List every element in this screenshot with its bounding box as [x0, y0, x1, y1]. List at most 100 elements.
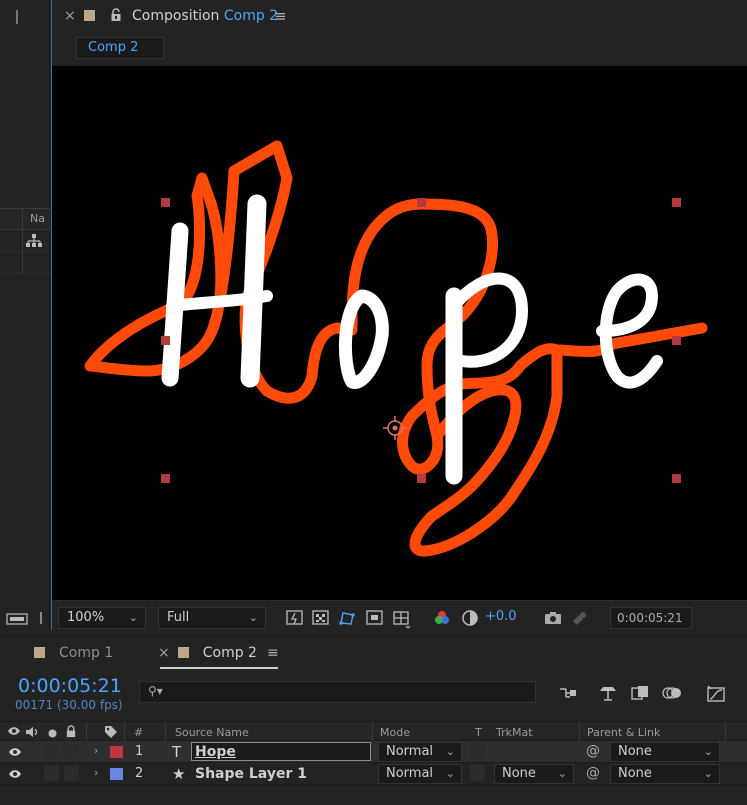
lock-toggle[interactable] — [64, 766, 79, 781]
lock-column-icon[interactable] — [65, 725, 77, 741]
layer-column-headers: # Source Name Mode T TrkMat Parent & Lin… — [0, 721, 747, 742]
panel-menu-icon[interactable]: ≡ — [267, 645, 279, 661]
column-t[interactable]: T — [475, 726, 482, 739]
column-number[interactable]: # — [134, 726, 143, 739]
text-layer-hope[interactable] — [161, 194, 663, 485]
solo-toggle[interactable] — [44, 766, 59, 781]
label-color-swatch[interactable] — [110, 746, 123, 758]
shape-layer-icon: ★ — [172, 765, 186, 783]
project-row[interactable] — [0, 252, 50, 274]
current-timecode[interactable]: 0:00:05:21 — [18, 675, 122, 697]
solo-toggle[interactable] — [44, 744, 59, 759]
chevron-down-icon: ⌄ — [703, 767, 713, 780]
transparency-grid-icon[interactable] — [312, 609, 330, 627]
tab-label: Comp 1 — [59, 645, 114, 661]
layer-number: 2 — [135, 766, 144, 781]
blend-mode-dropdown[interactable]: Normal ⌄ — [378, 764, 462, 784]
timeline-tabs: Comp 1 × Comp 2 ≡ — [0, 637, 747, 669]
expand-chevron-icon[interactable]: › — [94, 744, 98, 757]
parent-dropdown[interactable]: None ⌄ — [610, 764, 720, 784]
reset-exposure-icon[interactable] — [461, 609, 479, 627]
chevron-down-icon: ⌄ — [445, 767, 455, 780]
resolution-value: Full — [167, 610, 190, 625]
composition-flowchart-icon[interactable] — [558, 685, 578, 705]
composition-panel-header: × Composition Comp 2 ≡ — [52, 0, 747, 34]
draft-3d-icon[interactable] — [598, 685, 618, 705]
label-color-swatch[interactable] — [110, 768, 123, 780]
mask-path-visibility-icon[interactable] — [338, 609, 356, 627]
layer-name[interactable]: Shape Layer 1 — [195, 766, 307, 782]
parent-dropdown[interactable]: None ⌄ — [610, 742, 720, 762]
layer-row[interactable]: › 1 T Hope Normal ⌄ @ None ⌄ — [0, 741, 747, 763]
eye-column-icon[interactable] — [7, 726, 21, 739]
panel-menu-icon[interactable]: ≡ — [274, 7, 287, 25]
frame-blending-icon[interactable] — [630, 685, 650, 705]
active-tab-indicator — [160, 667, 278, 669]
trkmat-value: None — [502, 766, 536, 781]
preserve-transparency-toggle[interactable] — [470, 743, 485, 759]
search-icon: ⚲▾ — [148, 684, 163, 698]
frame-count: 00171 (30.00 fps) — [15, 698, 123, 712]
chevron-down-icon: ⌄ — [703, 745, 713, 758]
layer-name[interactable]: Hope — [195, 744, 236, 760]
eye-icon[interactable] — [8, 768, 22, 783]
layer-number: 1 — [135, 744, 144, 759]
close-icon[interactable]: × — [64, 8, 76, 24]
tab-comp-2[interactable]: × Comp 2 ≡ — [158, 645, 279, 661]
close-icon[interactable]: × — [158, 645, 170, 661]
layer-row[interactable]: › 2 ★ Shape Layer 1 Normal ⌄ None ⌄ @ None… — [0, 763, 747, 785]
snapshot-camera-icon[interactable] — [544, 609, 562, 627]
trkmat-dropdown[interactable]: None ⌄ — [494, 764, 574, 784]
layer-search-input[interactable]: ⚲▾ — [139, 681, 536, 703]
chevron-down-icon: ⌄ — [128, 611, 138, 624]
project-column-header: Na — [0, 208, 50, 231]
project-panel-edge: Na — [0, 0, 50, 630]
chevron-down-icon: ⌄ — [557, 767, 567, 780]
preserve-transparency-toggle[interactable] — [470, 765, 485, 781]
exposure-value[interactable]: +0.0 — [485, 609, 517, 624]
channel-rgb-icon[interactable] — [433, 609, 451, 627]
fast-previews-icon[interactable] — [286, 609, 304, 627]
solo-column-icon[interactable] — [48, 728, 57, 741]
interpret-footage-icon[interactable] — [6, 612, 28, 630]
graph-editor-icon[interactable] — [706, 685, 726, 707]
resolution-dropdown[interactable]: Full ⌄ — [158, 607, 266, 629]
pickwhip-icon[interactable]: @ — [586, 765, 600, 781]
eye-icon[interactable] — [8, 746, 22, 761]
chevron-down-icon: ⌄ — [445, 745, 455, 758]
composition-viewer[interactable] — [52, 66, 747, 600]
parent-value: None — [618, 766, 652, 781]
viewer-canvas[interactable] — [52, 66, 747, 600]
show-snapshot-icon[interactable] — [570, 609, 588, 627]
tab-label: Comp 2 — [202, 645, 257, 661]
column-source-name[interactable]: Source Name — [175, 726, 249, 739]
column-name-label[interactable]: Na — [30, 212, 45, 225]
composition-swatch-icon — [34, 647, 45, 658]
pickwhip-icon[interactable]: @ — [586, 743, 600, 759]
blend-mode-dropdown[interactable]: Normal ⌄ — [378, 742, 462, 762]
tab-comp-1[interactable]: Comp 1 — [34, 645, 113, 661]
lock-icon[interactable] — [110, 8, 122, 26]
blend-mode-value: Normal — [386, 744, 434, 759]
panel-title-comp[interactable]: Comp 2 — [224, 8, 278, 24]
motion-blur-icon[interactable] — [662, 685, 682, 705]
column-mode[interactable]: Mode — [380, 726, 410, 739]
column-trkmat[interactable]: TrkMat — [496, 726, 533, 739]
zoom-dropdown[interactable]: 100% ⌄ — [58, 607, 146, 629]
zoom-value: 100% — [67, 610, 105, 625]
flowchart-icon[interactable] — [26, 234, 42, 252]
current-time-display[interactable]: 0:00:05:21 — [610, 607, 692, 629]
audio-column-icon[interactable] — [25, 726, 39, 741]
panel-divider-handle[interactable] — [40, 612, 42, 624]
label-column-icon[interactable] — [104, 725, 118, 742]
panel-grip[interactable] — [16, 10, 18, 24]
column-parent-link[interactable]: Parent & Link — [587, 726, 660, 739]
project-row[interactable] — [0, 230, 50, 252]
comp-navigator-tab[interactable]: Comp 2 — [76, 37, 164, 59]
composition-swatch-icon — [84, 10, 95, 21]
expand-chevron-icon[interactable]: › — [94, 766, 98, 779]
region-of-interest-icon[interactable] — [366, 609, 384, 627]
chevron-down-icon: ⌄ — [248, 611, 258, 624]
lock-toggle[interactable] — [64, 744, 79, 759]
guides-grid-icon[interactable] — [392, 609, 411, 629]
